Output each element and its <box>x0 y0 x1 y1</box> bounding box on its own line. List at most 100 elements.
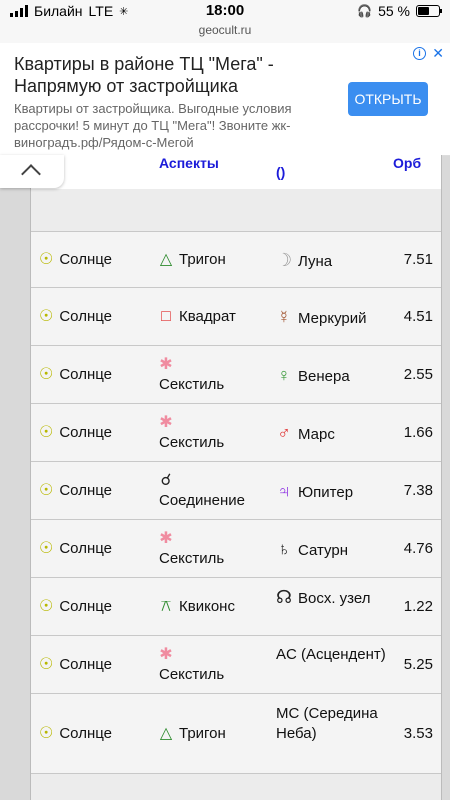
table-header: Аспекты () Орб <box>31 155 441 189</box>
target-name: Луна <box>298 253 333 270</box>
aspect-name: Тригон <box>179 725 226 742</box>
orb-value: 4.51 <box>403 308 433 325</box>
target-cell: AC (Асцендент) <box>276 645 386 665</box>
target-planet-icon: ☊ <box>276 587 292 607</box>
planet-cell: ☉ Солнце <box>39 597 112 617</box>
target-planet-icon: ☽ <box>276 250 293 270</box>
target-planet-icon: ☿ <box>277 307 291 327</box>
planet-name: Солнце <box>59 308 112 325</box>
aspect-cell: ✱ Секстиль <box>159 413 269 453</box>
target-cell: ♂ Марс <box>276 423 386 445</box>
orb-value: 7.38 <box>403 482 433 499</box>
aspect-cell: △ Тригон <box>159 724 226 744</box>
aspect-name: Квадрат <box>179 308 236 325</box>
planet-cell: ☉ Солнце <box>39 539 112 559</box>
aspect-cell: ✱ Секстиль <box>159 529 269 569</box>
header-aspects[interactable]: Аспекты <box>159 155 219 171</box>
target-cell: ♀ Венера <box>276 365 386 387</box>
planet-cell: ☉ Солнце <box>39 724 112 744</box>
ad-info-icon[interactable]: i <box>413 47 426 60</box>
target-name: AC (Асцендент) <box>276 646 386 663</box>
aspect-icon: ✱ <box>159 414 173 431</box>
table-row: ☉ Солнце △ Тригон ☽ Луна 7.51 <box>31 232 441 288</box>
sun-icon: ☉ <box>39 656 54 673</box>
aspect-name: Секстиль <box>159 666 225 683</box>
planet-name: Солнце <box>59 656 112 673</box>
table-row: ☉ Солнце ☌ Соединение ♃ Юпитер 7.38 <box>31 462 441 520</box>
target-cell: ♄ Сатурн <box>276 539 386 561</box>
target-name: Юпитер <box>298 484 354 501</box>
target-name: Сатурн <box>298 542 349 559</box>
planet-cell: ☉ Солнце <box>39 365 112 385</box>
planet-name: Солнце <box>59 366 112 383</box>
target-name: Восх. узел <box>298 590 371 607</box>
table-spacer-row <box>31 189 441 232</box>
ad-banner[interactable]: Квартиры в районе ТЦ "Мега" - Напрямую о… <box>0 43 450 156</box>
aspect-name: Секстиль <box>159 376 225 393</box>
target-cell: MC (Середина Неба) <box>276 704 386 744</box>
planet-cell: ☉ Солнце <box>39 481 112 501</box>
orb-value: 7.51 <box>403 251 433 268</box>
url-label[interactable]: geocult.ru <box>0 23 450 37</box>
ad-title[interactable]: Квартиры в районе ТЦ "Мега" - Напрямую о… <box>14 53 334 97</box>
sun-icon: ☉ <box>39 251 54 268</box>
aspect-icon: △ <box>159 725 173 742</box>
battery-icon <box>416 5 442 17</box>
sun-icon: ☉ <box>39 482 54 499</box>
aspect-name: Соединение <box>159 492 245 509</box>
planet-cell: ☉ Солнце <box>39 250 112 270</box>
planet-cell: ☉ Солнце <box>39 655 112 675</box>
planet-name: Солнце <box>59 725 112 742</box>
aspect-icon: ✱ <box>159 530 173 547</box>
battery-percent: 55 % <box>378 3 410 19</box>
status-right: 🎧 55 % <box>357 3 442 19</box>
aspect-icon: △ <box>159 251 173 268</box>
aspect-name: Секстиль <box>159 550 225 567</box>
aspect-name: Квиконс <box>179 598 235 615</box>
table-row: ☉ Солнце ⚻ Квиконс ☊ Восх. узел 1.22 <box>31 578 441 636</box>
status-bar: Билайн LTE ✳ 18:00 geocult.ru 🎧 55 % <box>0 0 450 43</box>
aspects-table: Аспекты () Орб ☉ Солнце △ Тригон ☽ Луна 7.51 ☉ С… <box>30 155 442 800</box>
chevron-up-icon <box>21 164 41 184</box>
planet-name: Солнце <box>59 540 112 557</box>
ad-close-icon[interactable]: ✕ <box>432 45 444 62</box>
header-orb[interactable]: Орб <box>393 155 421 171</box>
orb-value: 1.66 <box>403 424 433 441</box>
target-cell: ☿ Меркурий <box>276 307 386 329</box>
table-row: ☉ Солнце ✱ Секстиль ♂ Марс 1.66 <box>31 404 441 462</box>
aspect-icon: ✱ <box>159 356 173 373</box>
sun-icon: ☉ <box>39 424 54 441</box>
sun-icon: ☉ <box>39 725 54 742</box>
sun-icon: ☉ <box>39 598 54 615</box>
planet-cell: ☉ Солнце <box>39 423 112 443</box>
target-name: Марс <box>298 426 335 443</box>
aspect-icon: ✱ <box>159 646 173 663</box>
target-planet-icon: ♄ <box>277 539 291 559</box>
orb-value: 4.76 <box>403 540 433 557</box>
ad-open-button[interactable]: ОТКРЫТЬ <box>348 82 428 116</box>
target-name: Венера <box>298 368 350 385</box>
aspect-icon: ☌ <box>160 472 172 489</box>
sun-icon: ☉ <box>39 308 54 325</box>
target-planet-icon: ♀ <box>277 365 291 385</box>
aspect-cell: △ Тригон <box>159 250 226 270</box>
aspect-cell: ⚻ Квиконс <box>159 597 235 617</box>
ad-description[interactable]: Квартиры от застройщика. Выгодные услови… <box>14 100 334 151</box>
headphones-icon: 🎧 <box>357 4 373 18</box>
aspect-icon: □ <box>161 308 171 325</box>
table-row: ☉ Солнце □ Квадрат ☿ Меркурий 4.51 <box>31 288 441 346</box>
sun-icon: ☉ <box>39 366 54 383</box>
planet-name: Солнце <box>59 251 112 268</box>
collapse-ad-button[interactable] <box>0 155 64 188</box>
header-paren[interactable]: () <box>276 164 285 180</box>
table-row: ☉ Солнце ✱ Секстиль ♄ Сатурн 4.76 <box>31 520 441 578</box>
target-cell: ♃ Юпитер <box>276 481 386 503</box>
sun-icon: ☉ <box>39 540 54 557</box>
table-row: ☉ Солнце ✱ Секстиль ♀ Венера 2.55 <box>31 346 441 404</box>
table-bottom-row <box>31 774 441 800</box>
target-name: Меркурий <box>298 310 367 327</box>
aspect-cell: ✱ Секстиль <box>159 645 269 685</box>
table-row: ☉ Солнце △ Тригон MC (Середина Неба) 3.53 <box>31 694 441 774</box>
planet-cell: ☉ Солнце <box>39 307 112 327</box>
aspect-cell: □ Квадрат <box>159 307 236 327</box>
